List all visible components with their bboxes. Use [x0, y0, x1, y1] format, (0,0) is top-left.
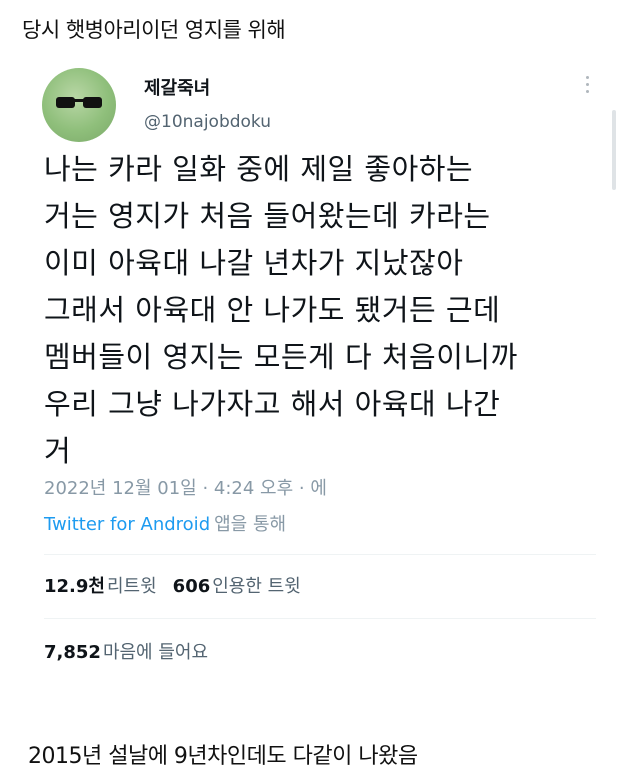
more-options-icon[interactable]	[584, 76, 592, 96]
caption-top: 당시 햇병아리이던 영지를 위해	[22, 18, 286, 42]
likes-stats[interactable]: 7,852 마음에 들어요	[44, 638, 208, 664]
tweet-text-line: 거	[44, 434, 72, 468]
tweet-text-line: 이미 아육대 나갈 년차가 지났잖아	[44, 246, 464, 280]
tweet-text: 나는 카라 일화 중에 제일 좋아하는 거는 영지가 처음 들어왔는데 카라는 …	[44, 146, 624, 475]
retweets-link[interactable]: 12.9천 리트윗	[44, 576, 157, 597]
quotes-link[interactable]: 606 인용한 트윗	[173, 576, 301, 597]
source-app-link[interactable]: Twitter for Android	[44, 514, 210, 535]
quotes-count: 606	[172, 576, 211, 597]
source-suffix: 앱을 통해	[214, 514, 287, 535]
tweet-text-line: 멤버들이 영지는 모든게 다 처음이니까	[44, 340, 518, 374]
retweet-stats: 12.9천 리트윗 606 인용한 트윗	[44, 572, 301, 598]
tweet-text-line: 그래서 아육대 안 나가도 됐거든 근데	[44, 293, 501, 327]
caption-bottom: 2015년 설날에 9년차인데도 다같이 나왔음	[28, 744, 418, 769]
tweet-card: 제갈죽녀 @10najobdoku 나는 카라 일화 중에 제일 좋아하는 거는…	[0, 48, 640, 738]
likes-label: 마음에 들어요	[102, 642, 209, 663]
quotes-label: 인용한 트윗	[212, 576, 301, 597]
author-name[interactable]: 제갈죽녀	[144, 74, 210, 100]
tweet-text-line: 거는 영지가 처음 들어왔는데 카라는	[44, 199, 491, 233]
retweets-label: 리트윗	[106, 576, 157, 597]
divider	[44, 554, 596, 555]
tweet-timestamp[interactable]: 2022년 12월 01일 · 4:24 오후 · 에	[44, 474, 327, 500]
tweet-source: Twitter for Android 앱을 통해	[44, 510, 286, 536]
divider	[44, 618, 596, 619]
likes-count: 7,852	[44, 642, 101, 663]
sunglasses-icon	[56, 97, 102, 108]
tweet-text-line: 우리 그냥 나가자고 해서 아육대 나간	[44, 387, 501, 421]
tweet-text-line: 나는 카라 일화 중에 제일 좋아하는	[44, 152, 474, 186]
avatar[interactable]	[42, 68, 116, 142]
retweets-count: 12.9천	[44, 576, 105, 597]
author-handle[interactable]: @10najobdoku	[144, 112, 271, 132]
